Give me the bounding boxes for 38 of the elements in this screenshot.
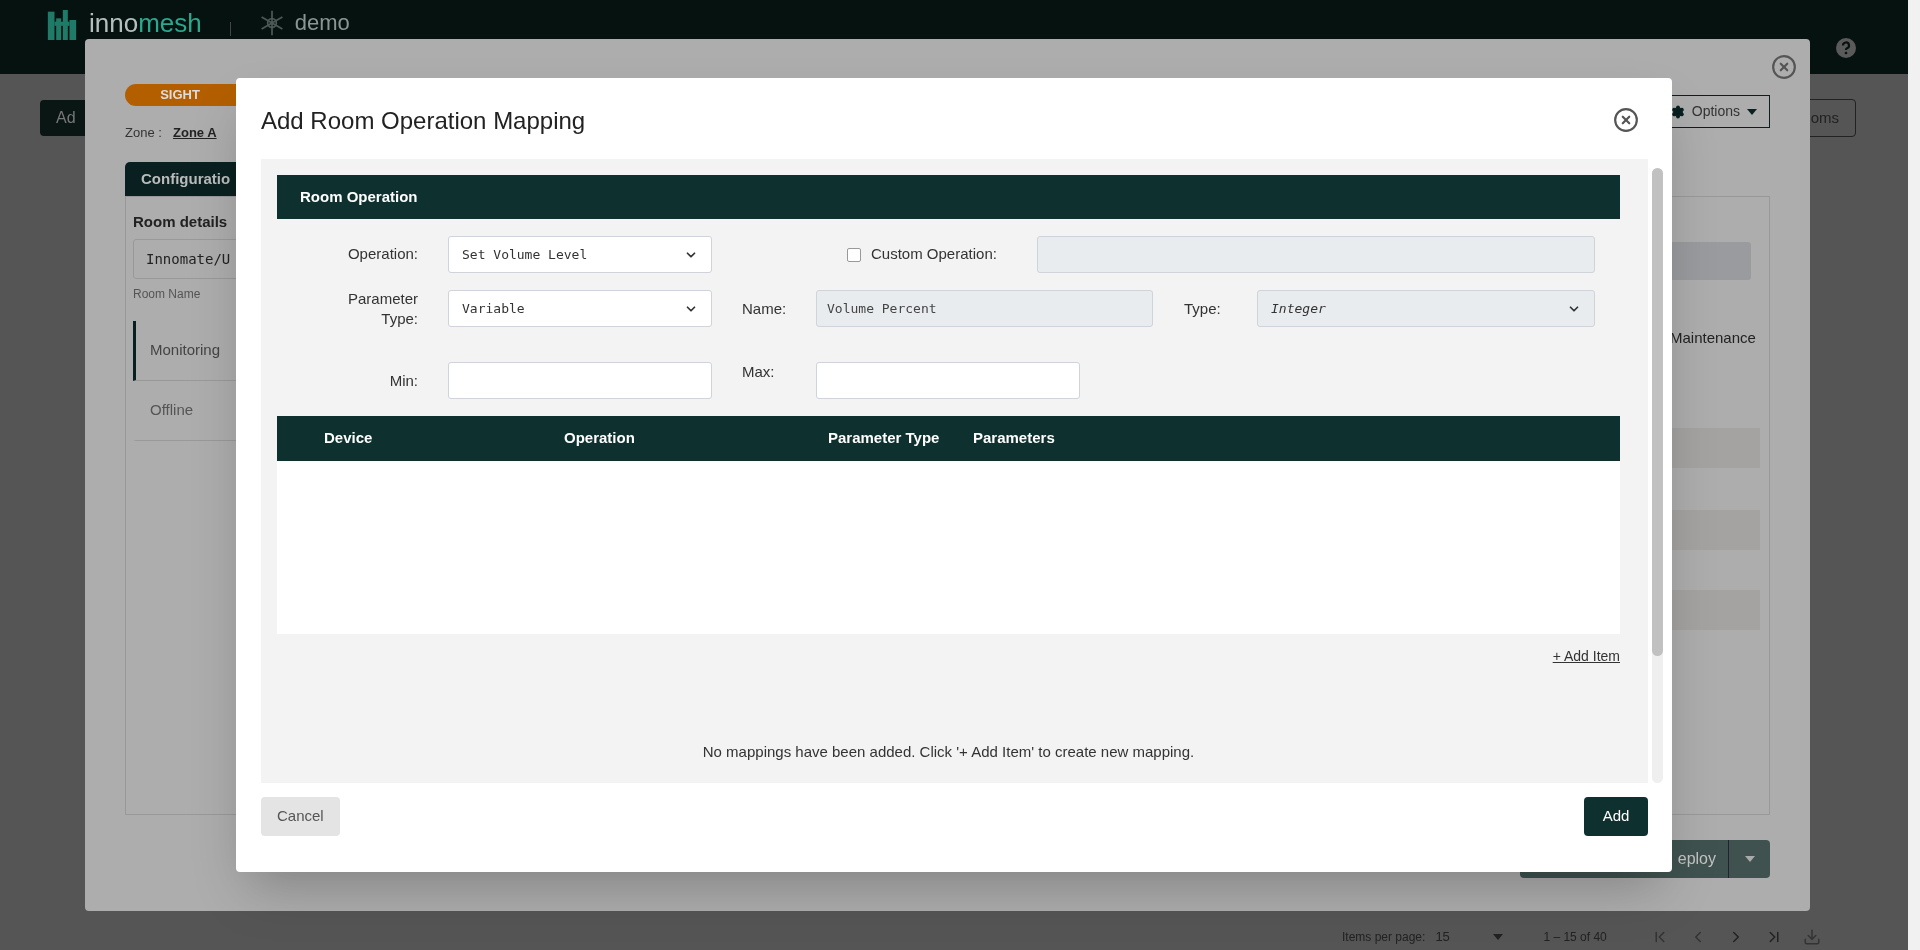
mode-label: Maintenance (1670, 328, 1756, 348)
deploy-menu-button[interactable] (1728, 840, 1770, 878)
operation-select[interactable]: Set Volume Level (448, 236, 712, 273)
add-item-link[interactable]: + Add Item (1552, 646, 1620, 667)
zone-label: Zone : (125, 124, 162, 142)
zone-link[interactable]: Zone A (173, 123, 217, 143)
tenant-name: demo (294, 10, 350, 36)
room-name-label: Room Name (133, 286, 201, 303)
field-label: Operation: (346, 244, 418, 265)
help-icon[interactable] (1836, 38, 1856, 58)
caret-icon (1744, 856, 1755, 862)
caret-icon (1747, 108, 1757, 115)
field-label: Min: (388, 371, 418, 391)
column-header: Parameter Type (828, 428, 941, 449)
section-title: Room Operation (300, 186, 418, 207)
dialog-title: Add Room Operation Mapping (261, 106, 586, 136)
room-details-title: Room details (133, 212, 228, 232)
field-label: Parameter Type: (346, 289, 418, 329)
field-label: Name: (742, 299, 788, 319)
parameter-type-select[interactable]: Variable (448, 290, 712, 327)
min-field[interactable] (448, 362, 712, 399)
snowflake-icon (258, 10, 285, 36)
empty-message: No mappings have been added. Click '+ Add Item' to create new mapping. (701, 742, 1196, 762)
close-icon[interactable] (1613, 107, 1639, 133)
close-icon[interactable] (1771, 54, 1797, 80)
field-label: Type: (1184, 299, 1222, 319)
add-button[interactable]: Add (1584, 797, 1648, 836)
brand-name: innomesh (89, 8, 202, 38)
column-header: Parameters (973, 428, 1055, 449)
checkbox-label: Custom Operation: (871, 244, 998, 265)
column-header: Operation (564, 428, 636, 449)
download-icon[interactable] (1802, 927, 1821, 946)
field-label: Max: (742, 362, 776, 382)
logo-icon (45, 10, 79, 40)
caret-icon (1493, 933, 1504, 940)
max-field[interactable] (816, 362, 1080, 399)
scrollbar-thumb[interactable] (1652, 168, 1663, 656)
cancel-button[interactable]: Cancel (261, 797, 340, 836)
